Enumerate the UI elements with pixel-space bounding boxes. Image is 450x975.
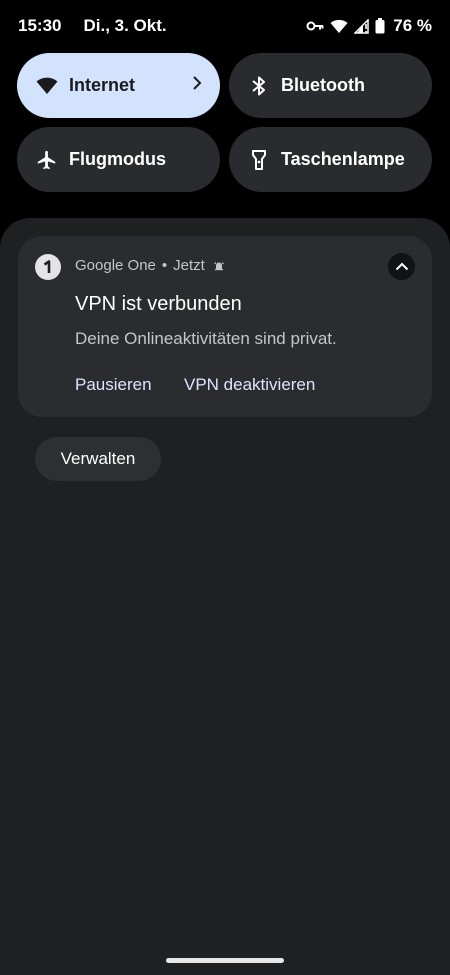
battery-icon <box>375 18 385 34</box>
notification-header: Google One • Jetzt <box>75 257 225 274</box>
tile-airplane-label: Flugmodus <box>69 149 166 169</box>
alert-bell-icon <box>213 260 225 272</box>
notification-card[interactable]: Google One • Jetzt VPN ist verbunden Dei… <box>18 236 432 417</box>
tile-bluetooth[interactable]: Bluetooth <box>229 53 432 118</box>
notification-app-name: Google One <box>75 257 156 274</box>
tile-flashlight[interactable]: Taschenlampe <box>229 127 432 192</box>
flashlight-icon <box>247 148 271 172</box>
status-date: Di., 3. Okt. <box>83 16 167 35</box>
status-bar: 15:30 Di., 3. Okt. 76 % <box>0 0 450 52</box>
tile-bluetooth-label: Bluetooth <box>281 75 365 95</box>
android-screen: 15:30 Di., 3. Okt. 76 % Internet Bluetoo… <box>0 0 450 975</box>
header-separator: • <box>161 257 168 274</box>
status-icons: 76 % <box>306 16 432 36</box>
tile-internet[interactable]: Internet <box>17 53 220 118</box>
battery-percentage: 76 % <box>393 16 432 35</box>
tile-airplane-mode[interactable]: Flugmodus <box>17 127 220 192</box>
pause-action-button[interactable]: Pausieren <box>75 375 152 395</box>
notification-time: Jetzt <box>173 257 205 274</box>
cellular-signal-icon <box>354 18 369 34</box>
vpn-key-icon <box>306 19 324 33</box>
manage-button[interactable]: Verwalten <box>35 437 161 481</box>
notification-text: Deine Onlineaktivitäten sind privat. <box>75 329 337 348</box>
bluetooth-icon <box>247 74 271 98</box>
airplane-icon <box>35 148 59 172</box>
status-time: 15:30 <box>18 16 62 35</box>
wifi-icon <box>330 19 348 34</box>
google-one-app-icon <box>35 254 61 280</box>
chevron-up-icon <box>395 258 409 276</box>
wifi-icon <box>35 74 59 98</box>
disable-vpn-action-button[interactable]: VPN deaktivieren <box>184 375 315 395</box>
collapse-button[interactable] <box>388 253 415 280</box>
chevron-right-icon <box>192 75 202 96</box>
tile-internet-label: Internet <box>69 75 136 95</box>
notification-title: VPN ist verbunden <box>75 293 242 315</box>
tile-flashlight-label: Taschenlampe <box>281 149 405 169</box>
gesture-navigation-bar[interactable] <box>166 958 284 963</box>
